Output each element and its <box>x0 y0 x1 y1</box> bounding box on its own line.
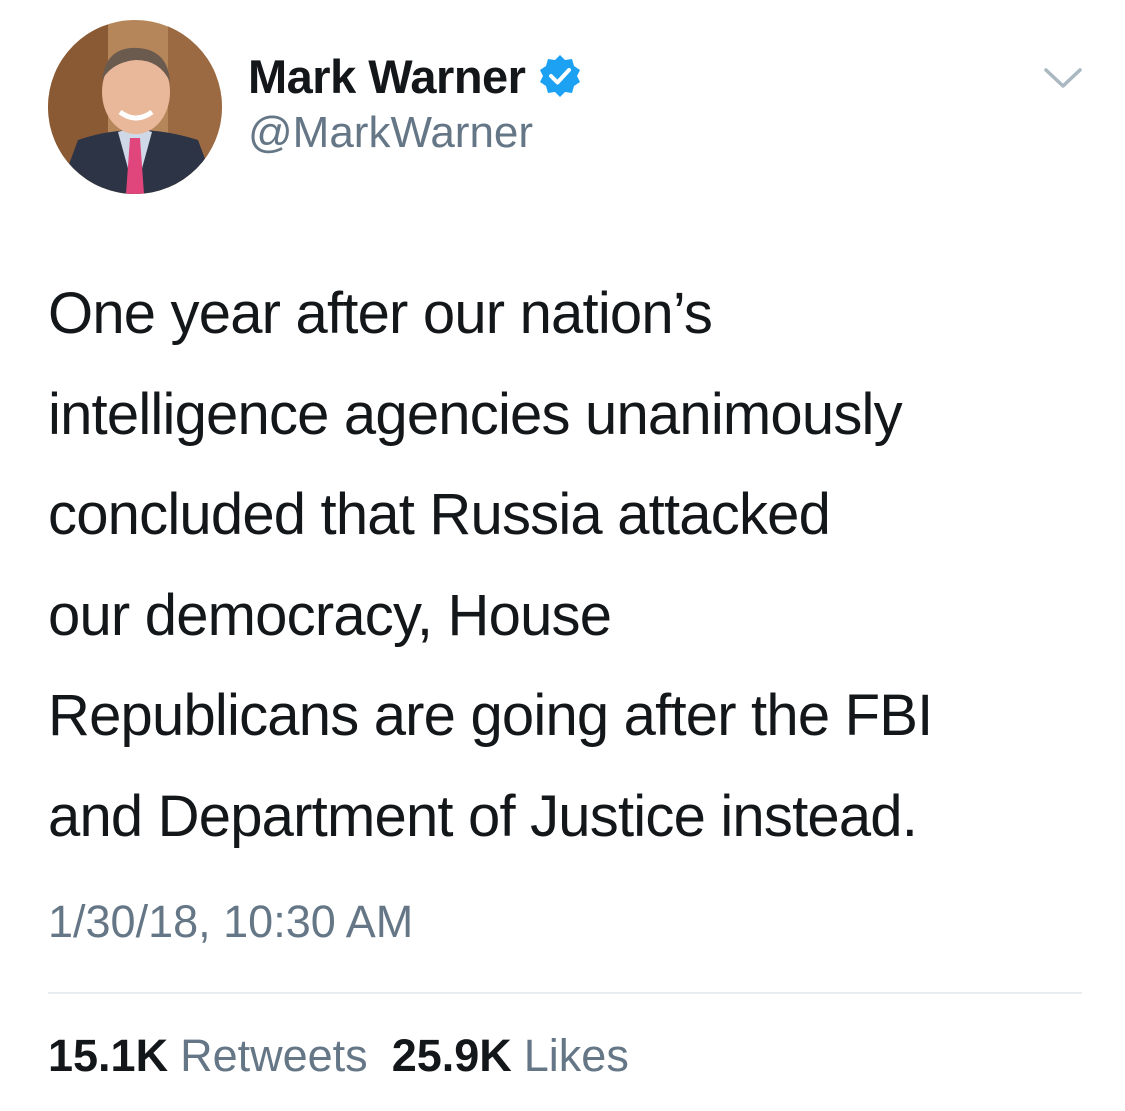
likes-label: Likes <box>523 1030 629 1081</box>
tweet-text-line: our democracy, House <box>48 582 612 648</box>
retweets-stat[interactable]: 15.1K Retweets <box>48 1030 368 1082</box>
chevron-down-icon[interactable] <box>1040 62 1086 96</box>
tweet-timestamp[interactable]: 1/30/18, 10:30 AM <box>48 896 413 948</box>
tweet-stats: 15.1K Retweets 25.9K Likes <box>48 1030 629 1082</box>
retweets-label: Retweets <box>180 1030 368 1081</box>
retweets-count: 15.1K <box>48 1030 169 1081</box>
user-name-row: Mark Warner <box>248 44 583 108</box>
tweet-text: One year after our nation’s intelligence… <box>48 264 1088 867</box>
avatar[interactable] <box>48 20 222 194</box>
likes-count: 25.9K <box>391 1030 512 1081</box>
tweet-text-line: intelligence agencies unanimously <box>48 381 903 447</box>
likes-stat[interactable]: 25.9K Likes <box>392 1030 629 1082</box>
tweet-text-line: One year after our nation’s <box>48 281 713 346</box>
tweet-text-line: concluded that Russia attacked <box>48 482 831 547</box>
tweet-text-line: and Department of Justice instead. <box>48 783 918 849</box>
avatar-photo <box>48 20 222 194</box>
tweet-text-line: Republicans are going after the FBI <box>48 683 933 748</box>
user-display-name[interactable]: Mark Warner <box>248 49 526 104</box>
divider <box>48 992 1082 994</box>
verified-badge-icon <box>537 53 583 99</box>
user-handle[interactable]: @MarkWarner <box>248 108 533 158</box>
